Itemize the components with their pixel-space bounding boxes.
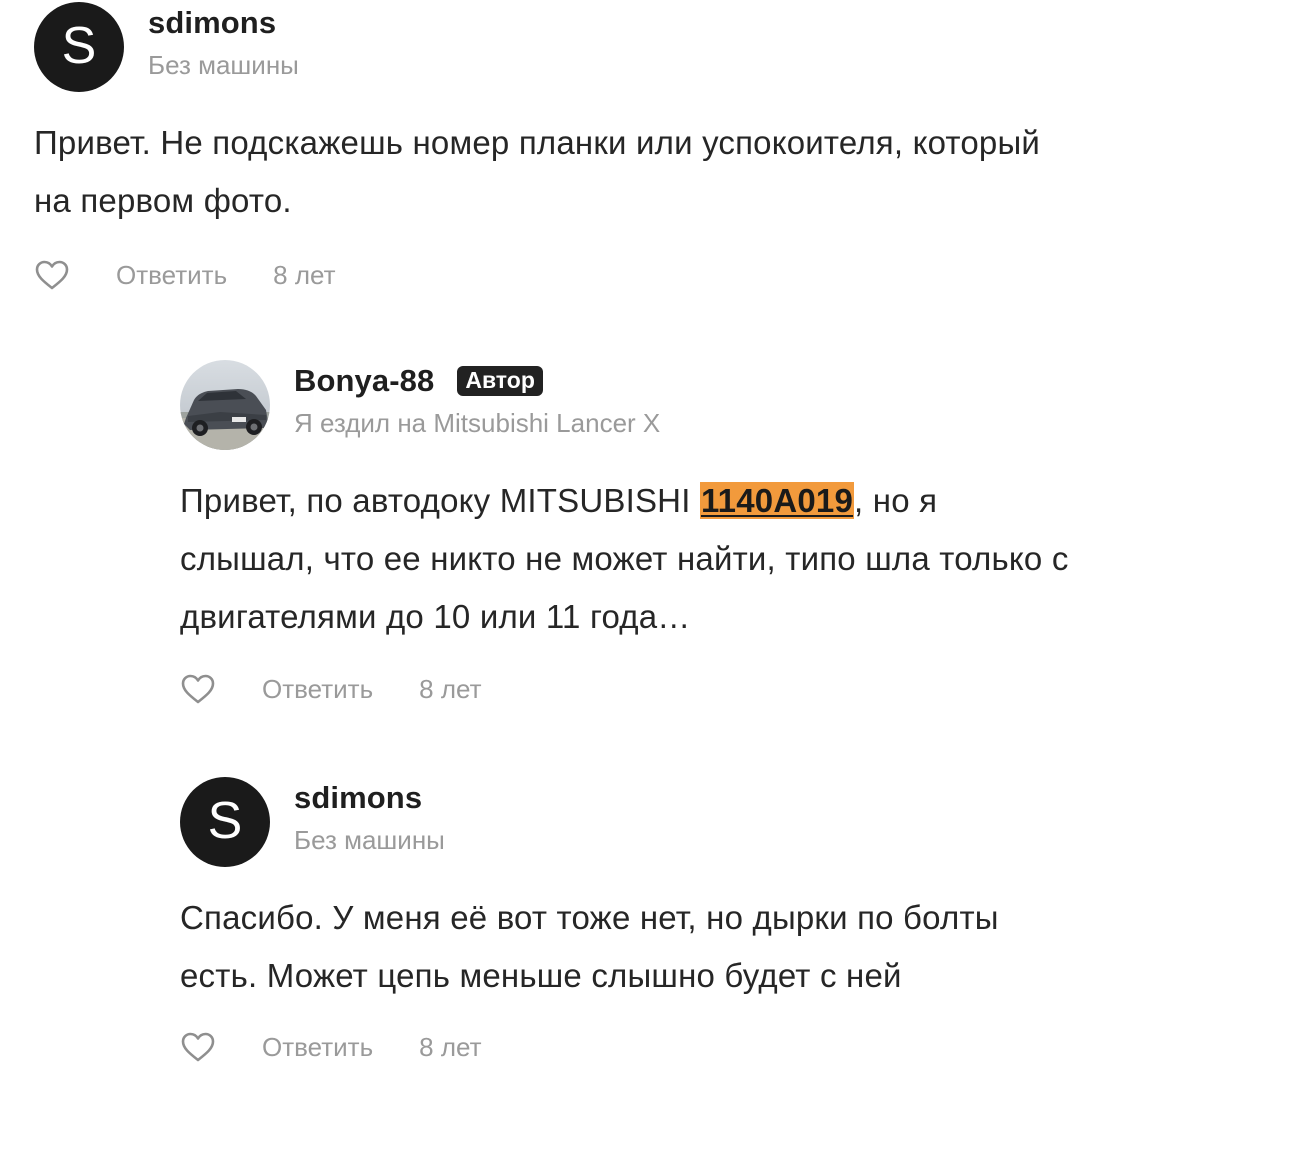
name-row: sdimons [294,778,445,818]
author-name[interactable]: Bonya-88 [294,363,434,399]
part-number-highlight[interactable]: 1140A019 [699,482,855,519]
reply-button[interactable]: Ответить [262,1032,373,1063]
comment-actions: Ответить 8 лет [180,669,1080,709]
reply-button[interactable]: Ответить [262,674,373,705]
comment-actions: Ответить 8 лет [180,1027,1080,1067]
avatar[interactable] [180,360,270,450]
comment-reply: S sdimons Без машины Спасибо. У меня её … [180,777,1080,1067]
comment-meta: Bonya-88 Автор Я ездил на Mitsubishi Lan… [294,360,660,439]
reply-button[interactable]: Ответить [116,260,227,291]
author-name[interactable]: sdimons [148,5,276,41]
comment-text-part: Привет, по автодоку MITSUBISHI [180,482,700,519]
heart-outline-icon [35,260,69,290]
comment-reply: Bonya-88 Автор Я ездил на Mitsubishi Lan… [180,360,1080,709]
comment-text: Привет. Не подскажешь номер планки или у… [34,124,1041,219]
name-row: sdimons [148,3,299,43]
comment-header: S sdimons Без машины [34,2,1074,92]
author-car[interactable]: Я ездил на Mitsubishi Lancer X [294,408,660,439]
car-photo-avatar [180,360,270,450]
author-name[interactable]: sdimons [294,780,422,816]
heart-outline-icon [181,674,215,704]
comment-time: 8 лет [273,259,336,290]
avatar-letter: S [61,17,97,75]
like-button[interactable] [180,671,216,707]
comment-meta: sdimons Без машины [148,2,299,81]
comment-time: 8 лет [419,673,482,704]
comment-time: 8 лет [419,1031,482,1062]
name-row: Bonya-88 Автор [294,361,660,401]
author-badge: Автор [457,366,543,396]
avatar[interactable]: S [180,777,270,867]
comment-header: Bonya-88 Автор Я ездил на Mitsubishi Lan… [180,360,1080,450]
author-car[interactable]: Без машины [148,50,299,81]
comment-text: Привет, по автодоку MITSUBISHI 1140A019,… [180,472,1080,646]
avatar-letter: S [207,792,243,850]
heart-outline-icon [181,1032,215,1062]
author-car[interactable]: Без машины [294,825,445,856]
comment: S sdimons Без машины Привет. Не подскаже… [34,2,1074,295]
comment-meta: sdimons Без машины [294,777,445,856]
comment-actions: Ответить 8 лет [34,255,1074,295]
avatar[interactable]: S [34,2,124,92]
like-button[interactable] [180,1029,216,1065]
like-button[interactable] [34,257,70,293]
comment-text: Спасибо. У меня её вот тоже нет, но дырк… [180,899,999,994]
comment-header: S sdimons Без машины [180,777,1080,867]
